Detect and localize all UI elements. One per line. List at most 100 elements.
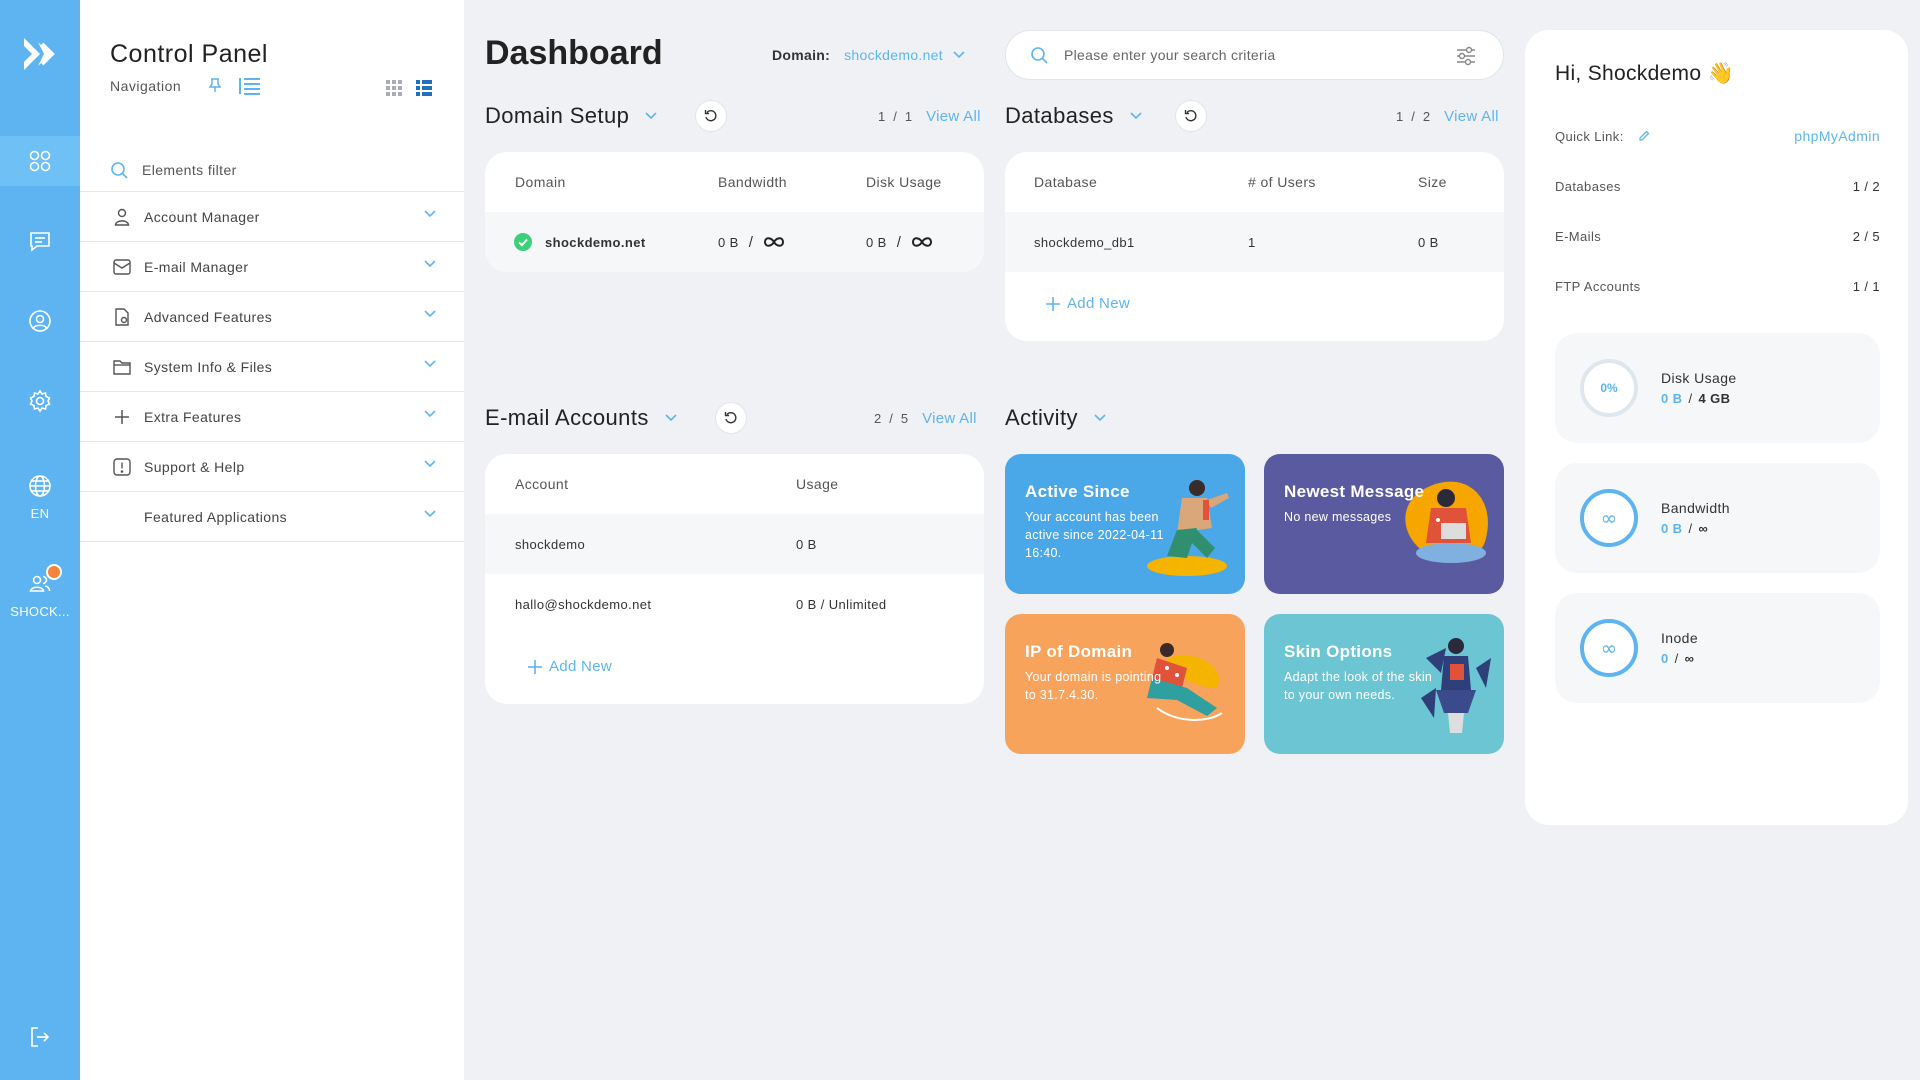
chevron-down-icon bbox=[424, 310, 436, 318]
infinity-icon bbox=[912, 237, 933, 247]
refresh-icon bbox=[704, 110, 717, 122]
infinity-icon bbox=[764, 237, 785, 247]
user-short-label: SHOCK... bbox=[10, 603, 70, 619]
account-usage: 0 B / Unlimited bbox=[796, 596, 887, 612]
rail-logout[interactable] bbox=[0, 1012, 80, 1062]
table-row[interactable]: shockdemo_db1 1 0 B bbox=[1005, 212, 1504, 272]
stat-label: FTP Accounts bbox=[1555, 278, 1641, 294]
add-email-button[interactable]: Add New bbox=[527, 658, 612, 675]
gear-icon bbox=[29, 389, 51, 413]
domain-value: shockdemo.net bbox=[844, 47, 943, 63]
greeting: Hi, Shockdemo 👋 bbox=[1555, 62, 1734, 86]
table-row[interactable]: hallo@shockdemo.net 0 B / Unlimited bbox=[485, 574, 984, 634]
account-name: shockdemo bbox=[515, 536, 586, 552]
add-database-button[interactable]: Add New bbox=[1045, 295, 1130, 312]
elements-filter-input[interactable] bbox=[142, 161, 422, 178]
gauge-ring: 0% bbox=[1580, 359, 1638, 417]
rail-account[interactable] bbox=[0, 296, 80, 346]
rail-user[interactable]: SHOCK... bbox=[0, 560, 80, 630]
refresh-button[interactable] bbox=[1175, 100, 1207, 132]
gauge-used: 0 B bbox=[1661, 391, 1683, 406]
refresh-button[interactable] bbox=[715, 402, 747, 434]
gauge-separator: / bbox=[1688, 521, 1693, 536]
email-accounts-card: Account Usage shockdemo 0 B hallo@shockd… bbox=[485, 454, 984, 704]
menu-account-manager[interactable]: Account Manager bbox=[80, 192, 464, 242]
inode-gauge: ∞ Inode 0 / ∞ bbox=[1555, 593, 1880, 703]
tile-text: Adapt the look of the skin to your own n… bbox=[1284, 670, 1433, 702]
chevron-down-icon[interactable] bbox=[665, 414, 677, 422]
menu-email-manager[interactable]: E-mail Manager bbox=[80, 242, 464, 292]
pin-icon[interactable] bbox=[208, 77, 222, 93]
gauge-used: 0 B bbox=[1661, 521, 1683, 536]
rail-dashboard[interactable] bbox=[0, 136, 80, 186]
panel-title: Control Panel bbox=[110, 40, 268, 68]
table-row[interactable]: shockdemo 0 B bbox=[485, 514, 984, 574]
app-logo-icon[interactable] bbox=[20, 34, 58, 74]
filter-sliders-icon[interactable] bbox=[1455, 45, 1477, 67]
view-all-link[interactable]: View All bbox=[922, 410, 977, 427]
quick-link-value[interactable]: phpMyAdmin bbox=[1794, 128, 1880, 144]
pencil-icon[interactable] bbox=[1638, 130, 1650, 142]
quick-link-row: Quick Link: phpMyAdmin bbox=[1555, 124, 1880, 148]
section-title: Domain Setup bbox=[485, 103, 630, 128]
domain-selector[interactable]: Domain: shockdemo.net bbox=[772, 47, 965, 63]
table-header: Account Usage bbox=[485, 454, 984, 514]
language-label: EN bbox=[30, 505, 50, 521]
disk-value: 0 B / bbox=[866, 234, 933, 251]
chevron-down-icon bbox=[953, 51, 965, 59]
refresh-button[interactable] bbox=[695, 100, 727, 132]
tile-skin-options[interactable]: Skin Options Adapt the look of the skin … bbox=[1264, 614, 1504, 754]
db-name: shockdemo_db1 bbox=[1034, 234, 1135, 250]
email-accounts-pager: 2 / 5 View All bbox=[874, 410, 985, 427]
panel-subtitle: Navigation bbox=[110, 78, 182, 94]
search-input[interactable] bbox=[1064, 47, 1444, 63]
gauge-label: Bandwidth bbox=[1661, 500, 1730, 516]
menu-label: Extra Features bbox=[144, 408, 242, 425]
table-row[interactable]: shockdemo.net 0 B / 0 B / bbox=[485, 212, 984, 272]
view-all-link[interactable]: View All bbox=[1444, 108, 1499, 125]
menu-system-info-files[interactable]: System Info & Files bbox=[80, 342, 464, 392]
alert-icon bbox=[112, 457, 132, 477]
gauge-separator: / bbox=[1674, 651, 1679, 666]
gauge-total: ∞ bbox=[1698, 521, 1709, 536]
rail-language[interactable]: EN bbox=[0, 462, 80, 532]
user-circle-icon bbox=[29, 310, 51, 332]
databases-card: Database # of Users Size shockdemo_db1 1… bbox=[1005, 152, 1504, 341]
rail-settings[interactable] bbox=[0, 376, 80, 426]
mail-icon bbox=[112, 257, 132, 277]
page-title: Dashboard bbox=[485, 34, 663, 72]
list-view-icon[interactable] bbox=[416, 80, 432, 96]
account-name: hallo@shockdemo.net bbox=[515, 596, 652, 612]
chevron-down-icon bbox=[424, 410, 436, 418]
chevron-down-icon bbox=[424, 460, 436, 468]
chevron-down-icon[interactable] bbox=[645, 112, 657, 120]
gauge-used: 0 bbox=[1661, 651, 1669, 666]
chevron-down-icon[interactable] bbox=[1130, 112, 1142, 120]
tile-text: Your account has been active since 2022-… bbox=[1025, 510, 1164, 560]
user-icon bbox=[112, 207, 132, 227]
menu-advanced-features[interactable]: Advanced Features bbox=[80, 292, 464, 342]
tile-ip-of-domain[interactable]: IP of Domain Your domain is pointing to … bbox=[1005, 614, 1245, 754]
plus-icon bbox=[1046, 296, 1060, 311]
tile-title: Newest Message bbox=[1284, 482, 1425, 501]
menu-featured-applications[interactable]: Featured Applications bbox=[80, 492, 464, 542]
gauge-separator: / bbox=[1688, 391, 1693, 406]
navigation-panel: Control Panel Navigation Account Manager… bbox=[80, 0, 464, 1080]
chevron-down-icon[interactable] bbox=[1094, 414, 1106, 422]
menu-label: E-mail Manager bbox=[144, 258, 249, 275]
menu-label: Account Manager bbox=[144, 208, 260, 225]
chevron-down-icon bbox=[424, 360, 436, 368]
grid-view-icon[interactable] bbox=[386, 80, 402, 96]
tile-newest-message[interactable]: Newest Message No new messages bbox=[1264, 454, 1504, 594]
rail-messages[interactable] bbox=[0, 216, 80, 266]
menu-extra-features[interactable]: Extra Features bbox=[80, 392, 464, 442]
globe-icon bbox=[29, 474, 51, 497]
stat-row: E-Mails 2 / 5 bbox=[1555, 224, 1880, 248]
tree-list-icon[interactable] bbox=[238, 76, 262, 96]
menu-label: Advanced Features bbox=[144, 308, 273, 325]
gauge-center-text: ∞ bbox=[1601, 636, 1618, 660]
menu-label: Support & Help bbox=[144, 458, 245, 475]
menu-support-help[interactable]: Support & Help bbox=[80, 442, 464, 492]
view-all-link[interactable]: View All bbox=[926, 108, 981, 125]
tile-active-since[interactable]: Active Since Your account has been activ… bbox=[1005, 454, 1245, 594]
